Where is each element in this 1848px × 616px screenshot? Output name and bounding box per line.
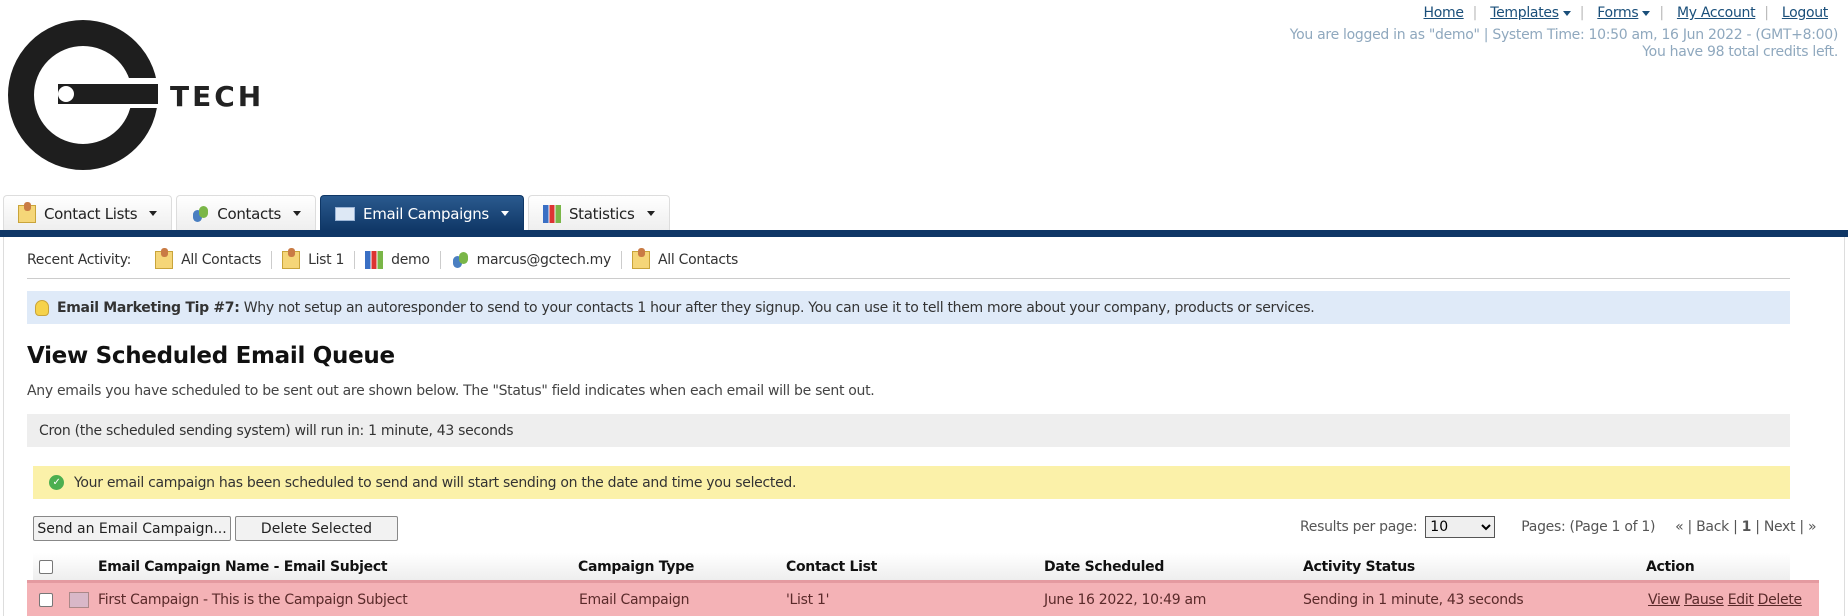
row-actions: View Pause Edit Delete: [1648, 592, 1806, 608]
separator: |: [1579, 5, 1585, 21]
tab-contact-lists[interactable]: Contact Lists: [3, 195, 173, 231]
page-nav: « | Back | 1 | Next | »: [1675, 519, 1817, 535]
column-header: Date Scheduled: [1044, 558, 1165, 575]
recent-activity: Recent Activity: All Contacts List 1 dem…: [27, 248, 748, 271]
current-page: 1: [1741, 519, 1752, 535]
recent-item-label: List 1: [308, 252, 345, 268]
last-page-link[interactable]: »: [1808, 519, 1817, 535]
send-email-campaign-button[interactable]: Send an Email Campaign...: [33, 516, 231, 541]
table-header: Email Campaign Name - Email Subject Camp…: [33, 553, 1790, 580]
contacts-icon: [191, 205, 209, 223]
recent-item-label: All Contacts: [181, 252, 262, 268]
separator: |: [1764, 5, 1769, 21]
nav-logout[interactable]: Logout: [1782, 5, 1828, 21]
bar-chart-icon: [542, 204, 561, 223]
nav-forms[interactable]: Forms: [1597, 5, 1638, 21]
cron-status: Cron (the scheduled sending system) will…: [27, 414, 1790, 447]
recent-item-label: demo: [391, 252, 430, 268]
caret-down-icon: [293, 211, 302, 216]
column-header: Action: [1646, 558, 1695, 575]
view-link[interactable]: View: [1648, 592, 1680, 608]
pause-link[interactable]: Pause: [1684, 592, 1724, 608]
top-nav: Home | Templates | Forms | My Account | Logo…: [1424, 5, 1829, 21]
first-page-link[interactable]: «: [1675, 519, 1684, 535]
tab-label: Contact Lists: [44, 204, 138, 223]
contacts-icon: [451, 251, 469, 269]
recent-item[interactable]: All Contacts: [145, 248, 273, 269]
row-checkbox[interactable]: [39, 592, 53, 607]
select-all-checkbox[interactable]: [39, 559, 53, 574]
logo-text: TECH: [170, 80, 265, 113]
caret-down-icon: [1642, 10, 1651, 16]
date-scheduled: June 16 2022, 10:49 am: [1044, 591, 1207, 608]
nav-bar-divider: [0, 230, 1848, 237]
caret-down-icon: [646, 211, 655, 216]
tab-label: Contacts: [217, 204, 282, 223]
success-message: ✓ Your email campaign has been scheduled …: [33, 466, 1790, 499]
delete-link[interactable]: Delete: [1758, 592, 1803, 608]
pagination-bar: Results per page: 10 Pages: (Page 1 of 1…: [1300, 516, 1817, 538]
results-per-page-label: Results per page:: [1300, 519, 1418, 535]
check-circle-icon: ✓: [49, 475, 64, 490]
tip-banner: Email Marketing Tip #7: Why not setup an…: [27, 291, 1790, 324]
nav-templates[interactable]: Templates: [1490, 5, 1559, 21]
logo: [6, 18, 166, 177]
tab-contacts[interactable]: Contacts: [176, 195, 317, 231]
campaign-icon: [69, 591, 89, 608]
tip-title: Email Marketing Tip #7:: [57, 299, 240, 316]
separator: |: [1472, 5, 1478, 21]
tab-label: Email Campaigns: [363, 204, 489, 223]
column-header: Contact List: [786, 558, 878, 575]
pages-info: Pages: (Page 1 of 1): [1521, 519, 1656, 535]
recent-item[interactable]: demo: [355, 251, 441, 269]
bar-chart-icon: [365, 251, 384, 269]
table-row: First Campaign - This is the Campaign Su…: [27, 580, 1819, 616]
divider: [27, 278, 1790, 279]
recent-item[interactable]: All Contacts: [622, 248, 748, 269]
contact-list-icon: [631, 248, 650, 269]
tab-label: Statistics: [568, 204, 635, 223]
page-description: Any emails you have scheduled to be sent…: [27, 383, 875, 399]
credits-info: You have 98 total credits left.: [1642, 44, 1838, 60]
edit-link[interactable]: Edit: [1728, 592, 1754, 608]
caret-down-icon: [500, 211, 509, 216]
success-text: Your email campaign has been scheduled t…: [74, 474, 797, 491]
contact-list-icon: [18, 201, 36, 223]
nav-home[interactable]: Home: [1424, 5, 1464, 21]
delete-selected-button[interactable]: Delete Selected: [235, 516, 398, 541]
login-info: You are logged in as "demo" | System Tim…: [1289, 27, 1839, 43]
main-tabs: Contact Lists Contacts Email Campaigns S…: [3, 195, 670, 231]
column-header: Activity Status: [1303, 558, 1415, 575]
back-link[interactable]: Back: [1696, 519, 1729, 535]
contact-list: 'List 1': [786, 591, 830, 608]
session-info: You are logged in as "demo" | System Tim…: [1289, 27, 1839, 61]
recent-item[interactable]: List 1: [272, 248, 356, 269]
nav-my-account[interactable]: My Account: [1677, 5, 1756, 21]
next-link[interactable]: Next: [1764, 519, 1796, 535]
tab-statistics[interactable]: Statistics: [527, 195, 670, 231]
envelope-icon: [335, 206, 356, 221]
results-per-page-select[interactable]: 10: [1425, 516, 1496, 538]
column-header: Campaign Type: [578, 558, 695, 575]
contact-list-icon: [155, 248, 174, 269]
caret-down-icon: [1562, 10, 1571, 16]
column-header: Email Campaign Name - Email Subject: [98, 558, 388, 575]
campaign-name: First Campaign - This is the Campaign Su…: [98, 591, 408, 608]
lightbulb-icon: [35, 299, 49, 316]
recent-item-label: marcus@gctech.my: [476, 252, 612, 268]
tip-text: Why not setup an autoresponder to send t…: [239, 299, 1315, 316]
recent-activity-label: Recent Activity:: [27, 252, 132, 268]
campaign-type: Email Campaign: [579, 591, 690, 608]
activity-status: Sending in 1 minute, 43 seconds: [1303, 591, 1524, 608]
contact-list-icon: [282, 248, 301, 269]
tab-email-campaigns[interactable]: Email Campaigns: [320, 195, 524, 231]
caret-down-icon: [149, 211, 158, 216]
recent-item-label: All Contacts: [657, 252, 738, 268]
separator: |: [1659, 5, 1664, 21]
recent-item[interactable]: marcus@gctech.my: [441, 251, 622, 269]
page-title: View Scheduled Email Queue: [27, 343, 395, 369]
